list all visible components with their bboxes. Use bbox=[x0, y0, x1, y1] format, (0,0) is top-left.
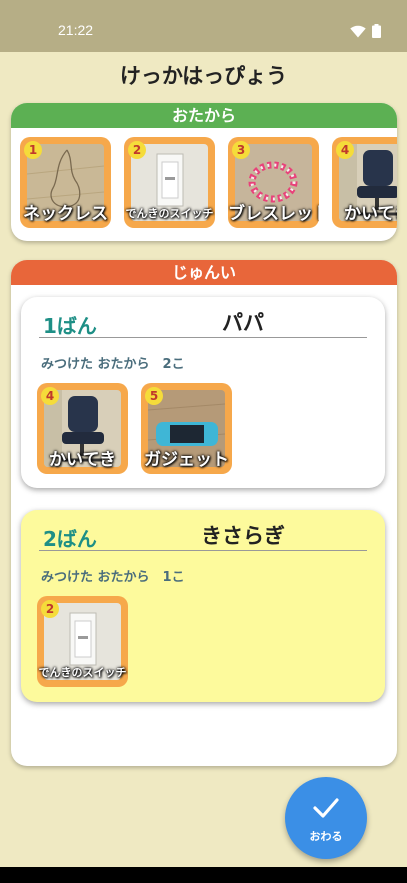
treasure-item[interactable]: 2 でんきのスイッチ bbox=[37, 596, 128, 687]
item-number-badge: 2 bbox=[128, 141, 146, 159]
item-number-badge: 4 bbox=[336, 141, 354, 159]
treasure-list: 1 ネックレス 2 でんきのスイッチ 3 ブレスレット 4 かいてき bbox=[20, 137, 397, 228]
treasure-item[interactable]: 3 ブレスレット bbox=[228, 137, 319, 228]
item-label: でんきのスイッチ bbox=[38, 666, 127, 679]
treasure-item[interactable]: 1 ネックレス bbox=[20, 137, 111, 228]
rank-entry-1: 1ばん パパ みつけた おたから 2こ 4 かいてき 5 ガジェット bbox=[21, 297, 385, 488]
item-label: ネックレス bbox=[23, 204, 108, 224]
rank-place: 1ばん bbox=[43, 314, 97, 338]
item-number-badge: 5 bbox=[145, 387, 163, 405]
ranking-card: じゅんい 1ばん パパ みつけた おたから 2こ 4 かいてき 5 ガジェット 2ばん… bbox=[11, 260, 397, 766]
finish-button[interactable]: おわる bbox=[285, 777, 367, 859]
item-label: でんきのスイッチ bbox=[125, 207, 214, 220]
item-number-badge: 1 bbox=[24, 141, 42, 159]
item-number-badge: 3 bbox=[232, 141, 250, 159]
rank-divider bbox=[39, 550, 367, 551]
status-bar: 21:22 bbox=[0, 0, 407, 52]
wifi-icon bbox=[350, 25, 366, 37]
item-label: かいてき bbox=[49, 450, 116, 470]
item-label: かいてき bbox=[344, 204, 397, 224]
found-count: みつけた おたから 2こ bbox=[41, 357, 185, 372]
page-title: けっかはっぴょう bbox=[119, 64, 288, 88]
found-items-list: 2 でんきのスイッチ bbox=[37, 596, 128, 687]
navigation-bar bbox=[0, 867, 407, 883]
rank-player-name: きさらぎ bbox=[201, 524, 285, 548]
treasure-card: おたから 1 ネックレス 2 でんきのスイッチ 3 ブレスレット 4 かいてき bbox=[11, 103, 397, 241]
treasure-item[interactable]: 2 でんきのスイッチ bbox=[124, 137, 215, 228]
battery-icon bbox=[372, 24, 381, 38]
rank-divider bbox=[39, 337, 367, 338]
treasure-item[interactable]: 4 かいてき bbox=[332, 137, 397, 228]
item-number-badge: 2 bbox=[41, 600, 59, 618]
item-label: ガジェット bbox=[144, 450, 229, 470]
found-count: みつけた おたから 1こ bbox=[41, 570, 185, 585]
found-items-list: 4 かいてき 5 ガジェット bbox=[37, 383, 232, 474]
treasure-item[interactable]: 4 かいてき bbox=[37, 383, 128, 474]
status-icons bbox=[350, 24, 381, 38]
ranking-header: じゅんい bbox=[11, 260, 397, 285]
rank-entry-2: 2ばん きさらぎ みつけた おたから 1こ 2 でんきのスイッチ bbox=[21, 510, 385, 702]
check-icon bbox=[313, 798, 339, 818]
item-number-badge: 4 bbox=[41, 387, 59, 405]
rank-player-name: パパ bbox=[222, 311, 264, 335]
status-time: 21:22 bbox=[58, 22, 94, 38]
rank-place: 2ばん bbox=[43, 527, 97, 551]
item-label: ブレスレット bbox=[228, 204, 319, 224]
finish-button-label: おわる bbox=[309, 830, 343, 843]
treasure-item[interactable]: 5 ガジェット bbox=[141, 383, 232, 474]
treasure-header: おたから bbox=[11, 103, 397, 128]
